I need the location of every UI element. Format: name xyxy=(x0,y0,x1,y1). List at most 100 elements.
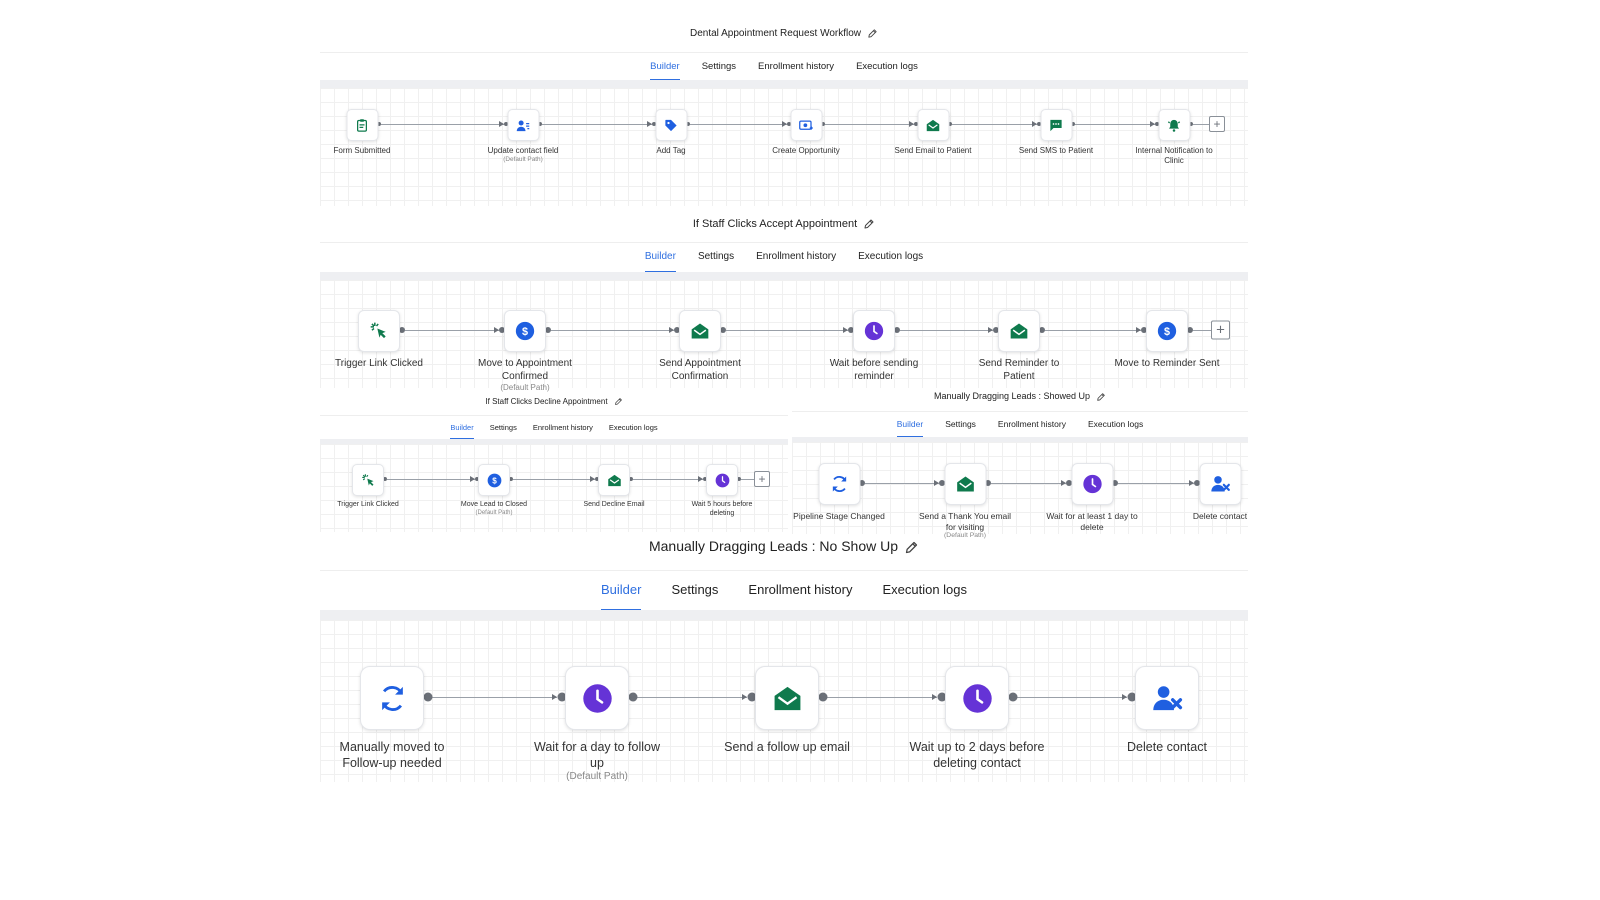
bell-icon xyxy=(1167,118,1182,133)
workflow-step[interactable]: Send Email to Patient xyxy=(886,109,981,156)
workflow-step[interactable]: Send Decline Email xyxy=(574,464,654,510)
step-label: Trigger Link Clicked xyxy=(337,501,399,508)
tab-execution-logs[interactable]: Execution logs xyxy=(609,423,658,440)
step-card[interactable] xyxy=(1135,666,1199,730)
workflow-step[interactable]: Send a follow up email xyxy=(717,666,857,756)
workflow-step[interactable]: Update contact field (Default Path) xyxy=(476,109,571,163)
tab-enrollment-history[interactable]: Enrollment history xyxy=(756,251,836,273)
clock-icon xyxy=(715,473,730,488)
step-card[interactable]: $ xyxy=(478,464,510,496)
step-label: Move Lead to Closed xyxy=(460,501,528,508)
dollar-icon: $ xyxy=(515,321,535,341)
step-card[interactable]: $ xyxy=(504,310,546,352)
clock-icon xyxy=(1082,474,1102,494)
step-label: Wait for at least 1 day to delete xyxy=(1046,511,1138,532)
workflow-title: If Staff Clicks Decline Appointment xyxy=(320,397,788,411)
workflow-step[interactable]: Trigger Link Clicked xyxy=(324,310,434,371)
pencil-icon[interactable] xyxy=(904,540,919,555)
workflow-step[interactable]: Add Tag xyxy=(624,109,719,156)
pencil-icon[interactable] xyxy=(614,397,623,406)
workflow-step[interactable]: $ Move Lead to Closed (Default Path) xyxy=(454,464,534,516)
workflow-step[interactable]: Pipeline Stage Changed xyxy=(792,463,887,522)
workflow-step[interactable]: Send Appointment Confirmation xyxy=(645,310,755,383)
workflow-step[interactable]: Delete contact xyxy=(1173,463,1268,522)
step-label: Internal Notification to Clinic xyxy=(1135,146,1213,165)
workflow-step[interactable]: Internal Notification to Clinic xyxy=(1127,109,1222,166)
tab-settings[interactable]: Settings xyxy=(698,251,734,273)
workflow-title: Manually Dragging Leads : No Show Up xyxy=(320,538,1248,560)
step-card[interactable] xyxy=(346,109,378,141)
tab-settings[interactable]: Settings xyxy=(490,423,517,440)
step-card[interactable] xyxy=(790,109,822,141)
workflow-title: If Staff Clicks Accept Appointment xyxy=(320,218,1248,236)
step-card[interactable] xyxy=(755,666,819,730)
workflow-step[interactable]: Wait up to 2 days before deleting contac… xyxy=(907,666,1047,771)
tab-enrollment-history[interactable]: Enrollment history xyxy=(748,582,852,611)
tab-builder[interactable]: Builder xyxy=(896,419,924,438)
workflow-step[interactable]: Send Reminder to Patient xyxy=(964,310,1074,383)
step-card[interactable] xyxy=(1199,463,1241,505)
mail-icon xyxy=(1009,321,1029,341)
dollar-icon: $ xyxy=(487,473,502,488)
workflow-step[interactable]: Wait for a day to follow up (Default Path… xyxy=(527,666,667,782)
step-label: Trigger Link Clicked xyxy=(335,358,423,369)
step-card[interactable] xyxy=(1158,109,1190,141)
tab-builder[interactable]: Builder xyxy=(600,582,642,611)
tab-settings[interactable]: Settings xyxy=(671,582,718,611)
workflow-step[interactable]: Manually moved to Follow-up needed xyxy=(322,666,462,771)
tab-enrollment-history[interactable]: Enrollment history xyxy=(758,61,834,81)
step-card[interactable]: $ xyxy=(1146,310,1188,352)
step-card[interactable] xyxy=(679,310,721,352)
pencil-icon[interactable] xyxy=(863,218,875,230)
step-label: Move to Reminder Sent xyxy=(1114,358,1220,369)
user-edit-icon xyxy=(516,118,531,133)
step-label: Delete contact xyxy=(1192,511,1248,521)
tab-enrollment-history[interactable]: Enrollment history xyxy=(533,423,593,440)
tab-builder[interactable]: Builder xyxy=(644,251,677,273)
step-card[interactable] xyxy=(706,464,738,496)
workflow-step[interactable]: Wait 5 hours before deleting xyxy=(682,464,762,519)
step-card[interactable] xyxy=(1040,109,1072,141)
step-card[interactable] xyxy=(818,463,860,505)
workflow-step[interactable]: $ Move to Appointment Confirmed (Default P… xyxy=(470,310,580,392)
step-card[interactable] xyxy=(358,310,400,352)
pencil-icon[interactable] xyxy=(1096,392,1106,402)
step-card[interactable] xyxy=(944,463,986,505)
workflow-step[interactable]: Delete contact xyxy=(1097,666,1237,756)
tab-enrollment-history[interactable]: Enrollment history xyxy=(998,419,1066,438)
workflow-step[interactable]: Create Opportunity xyxy=(759,109,854,156)
workflow-step[interactable]: Form Submitted xyxy=(315,109,410,156)
workflow-title-text: Dental Appointment Request Workflow xyxy=(689,28,861,40)
pencil-icon[interactable] xyxy=(867,28,878,39)
tab-settings[interactable]: Settings xyxy=(945,419,976,438)
step-label: Add Tag xyxy=(656,146,686,155)
step-card[interactable] xyxy=(655,109,687,141)
workflow-step[interactable]: Wait before sending reminder xyxy=(819,310,929,383)
step-card[interactable] xyxy=(352,464,384,496)
step-card[interactable] xyxy=(598,464,630,496)
step-card[interactable] xyxy=(945,666,1009,730)
tab-execution-logs[interactable]: Execution logs xyxy=(856,61,918,81)
tab-execution-logs[interactable]: Execution logs xyxy=(1088,419,1143,438)
step-card[interactable] xyxy=(998,310,1040,352)
svg-text:$: $ xyxy=(492,476,497,485)
tab-execution-logs[interactable]: Execution logs xyxy=(882,582,967,611)
tab-builder[interactable]: Builder xyxy=(450,423,475,440)
workflow-step[interactable]: Trigger Link Clicked xyxy=(328,464,408,510)
step-label: Pipeline Stage Changed xyxy=(793,511,885,521)
workflow-step[interactable]: Wait for at least 1 day to delete xyxy=(1045,463,1140,532)
step-card[interactable] xyxy=(853,310,895,352)
step-card[interactable] xyxy=(360,666,424,730)
workflow-step[interactable]: $ Move to Reminder Sent xyxy=(1112,310,1222,371)
step-card[interactable] xyxy=(917,109,949,141)
workflow-step[interactable]: Send SMS to Patient xyxy=(1009,109,1104,156)
tab-execution-logs[interactable]: Execution logs xyxy=(858,251,923,273)
tab-builder[interactable]: Builder xyxy=(650,61,680,81)
tab-settings[interactable]: Settings xyxy=(702,61,736,81)
step-label: Move to Appointment Confirmed xyxy=(478,358,572,382)
workflow-step[interactable]: Send a Thank You email for visiting (Defa… xyxy=(918,463,1013,539)
builder-canvas[interactable] xyxy=(320,280,1248,388)
step-card[interactable] xyxy=(507,109,539,141)
step-card[interactable] xyxy=(1071,463,1113,505)
step-card[interactable] xyxy=(565,666,629,730)
